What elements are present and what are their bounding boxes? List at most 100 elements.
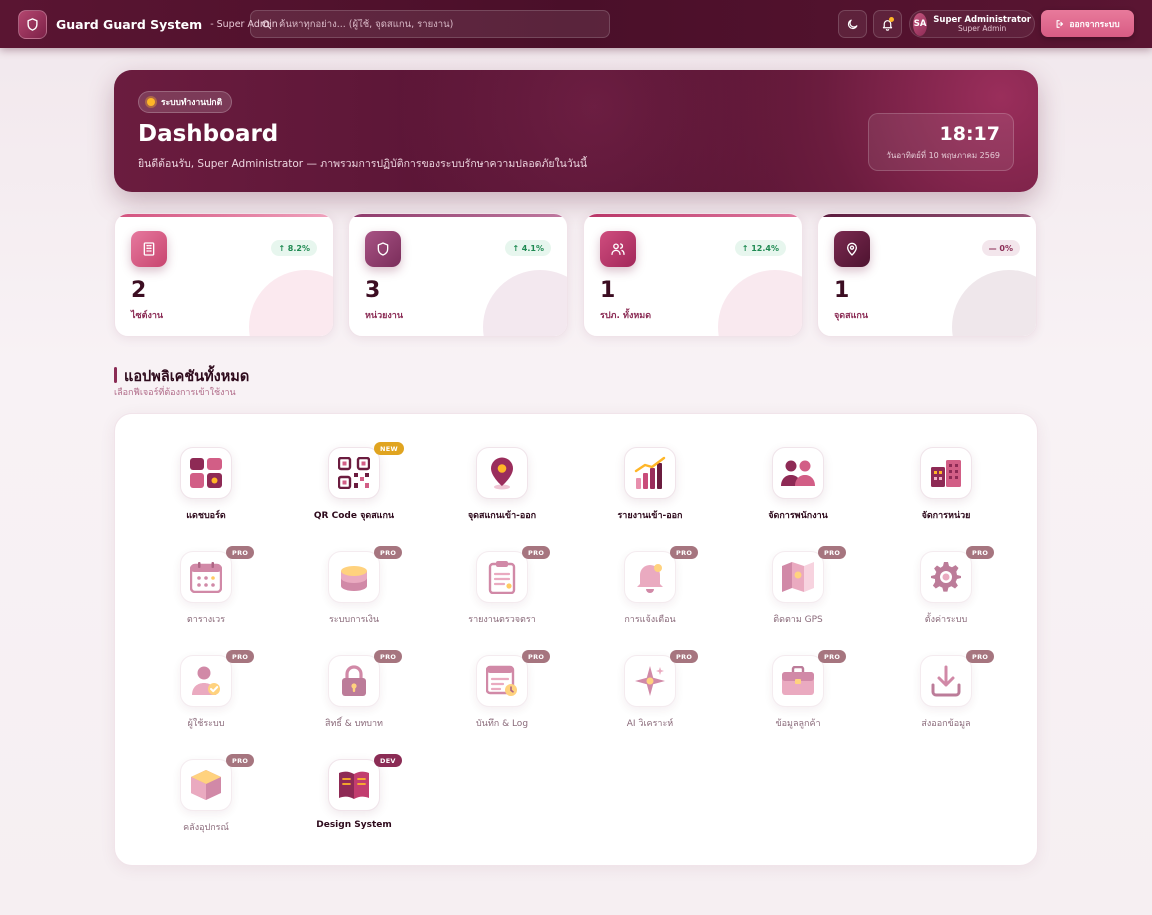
page-title: Dashboard xyxy=(138,121,279,147)
app-export-data[interactable]: PRO ส่งออกข้อมูล xyxy=(872,650,1020,747)
app-tile[interactable] xyxy=(772,551,824,603)
gear-icon xyxy=(931,562,961,592)
app-tile[interactable] xyxy=(180,551,232,603)
app-label: AI วิเคราะห์ xyxy=(626,719,674,729)
user-menu[interactable]: SA Super Administrator Super Admin xyxy=(909,10,1035,38)
stat-card-guards[interactable]: ↑ 12.4% 1 รปภ. ทั้งหมด xyxy=(583,213,803,337)
app-roles-permissions[interactable]: PRO สิทธิ์ & บทบาท xyxy=(280,650,428,747)
app-tile[interactable] xyxy=(624,551,676,603)
card-decoration xyxy=(249,270,333,336)
app-equipment-inventory[interactable]: PRO คลังอุปกรณ์ xyxy=(132,754,280,851)
location-pin-icon xyxy=(491,457,513,490)
stat-icon-wrapper xyxy=(600,231,636,267)
dashboard-icon xyxy=(190,458,222,488)
app-qr-code[interactable]: NEW QR Code จุดสแกน xyxy=(280,442,428,539)
notifications-button[interactable] xyxy=(873,10,902,38)
app-tile[interactable] xyxy=(624,447,676,499)
app-tile[interactable] xyxy=(180,447,232,499)
app-patrol-report[interactable]: PRO รายงานตรวจตรา xyxy=(428,546,576,643)
app-tile[interactable] xyxy=(328,551,380,603)
app-tile[interactable] xyxy=(328,655,380,707)
card-decoration xyxy=(952,270,1036,336)
stat-value: 1 xyxy=(600,278,616,303)
card-decoration xyxy=(718,270,802,336)
box-icon xyxy=(191,770,221,800)
section-subtitle: เลือกฟีเจอร์ที่ต้องการเข้าใช้งาน xyxy=(114,388,236,398)
app-tile[interactable] xyxy=(476,655,528,707)
search-icon xyxy=(262,19,272,29)
avatar: SA xyxy=(913,12,928,36)
app-shift-schedule[interactable]: PRO ตารางเวร xyxy=(132,546,280,643)
card-decoration xyxy=(483,270,567,336)
app-system-settings[interactable]: PRO ตั้งค่าระบบ xyxy=(872,546,1020,643)
card-accent xyxy=(115,214,333,217)
app-label: ตารางเวร xyxy=(186,615,226,625)
app-tile[interactable] xyxy=(180,655,232,707)
app-design-system[interactable]: DEV Design System xyxy=(280,754,428,851)
brand-logo[interactable] xyxy=(18,9,47,39)
map-pin-icon xyxy=(847,242,857,256)
app-tile[interactable] xyxy=(624,655,676,707)
clipboard-icon xyxy=(488,561,516,594)
app-label: สิทธิ์ & บทบาท xyxy=(324,719,383,729)
lock-icon xyxy=(342,665,366,696)
stat-value: 3 xyxy=(365,278,381,303)
shield-icon xyxy=(377,242,389,256)
status-dot xyxy=(147,98,155,106)
stat-trend: — 0% xyxy=(981,240,1020,256)
stat-card-sites[interactable]: ↑ 8.2% 2 ไซต์งาน xyxy=(114,213,334,337)
user-info: Super Administrator Super Admin xyxy=(933,15,1031,33)
clock-widget: 18:17 วันอาทิตย์ที่ 10 พฤษภาคม 2569 xyxy=(868,113,1014,171)
app-tile[interactable] xyxy=(920,655,972,707)
moon-icon xyxy=(847,19,858,29)
app-system-users[interactable]: PRO ผู้ใช้ระบบ xyxy=(132,650,280,747)
app-manage-units[interactable]: จัดการหน่วย xyxy=(872,447,1020,539)
building-icon xyxy=(143,242,155,256)
app-label: แดชบอร์ด xyxy=(186,511,226,521)
app-tile[interactable] xyxy=(476,447,528,499)
app-customer-data[interactable]: PRO ข้อมูลลูกค้า xyxy=(724,650,872,747)
app-logs[interactable]: PRO บันทึก & Log xyxy=(428,650,576,747)
app-label: รายงานเข้า-ออก xyxy=(617,511,683,521)
pro-badge: PRO xyxy=(818,650,847,663)
app-label: บันทึก & Log xyxy=(475,719,529,729)
stat-icon-wrapper xyxy=(365,231,401,267)
app-dashboard[interactable]: แดชบอร์ด xyxy=(132,447,280,539)
app-tile[interactable] xyxy=(328,759,380,811)
app-manage-staff[interactable]: จัดการพนักงาน xyxy=(724,447,872,539)
briefcase-icon xyxy=(782,666,814,695)
app-gps-tracking[interactable]: PRO ติดตาม GPS xyxy=(724,546,872,643)
app-scan-points[interactable]: จุดสแกนเข้า-ออก xyxy=(428,447,576,539)
stat-trend: ↑ 8.2% xyxy=(271,240,317,256)
app-tile[interactable] xyxy=(920,447,972,499)
app-label: จุดสแกนเข้า-ออก xyxy=(467,511,537,521)
stat-card-units[interactable]: ↑ 4.1% 3 หน่วยงาน xyxy=(348,213,568,337)
card-accent xyxy=(584,214,802,217)
app-tile[interactable] xyxy=(476,551,528,603)
sparkle-icon xyxy=(635,666,665,696)
bell-icon xyxy=(637,564,663,593)
stat-icon-wrapper xyxy=(131,231,167,267)
apps-panel: แดชบอร์ด NEW QR Code จุดสแกน จุดสแกนเข้า… xyxy=(114,413,1038,866)
stat-icon-wrapper xyxy=(834,231,870,267)
pro-badge: PRO xyxy=(966,650,995,663)
app-attendance-report[interactable]: รายงานเข้า-ออก xyxy=(576,447,724,539)
app-notifications[interactable]: PRO การแจ้งเตือน xyxy=(576,546,724,643)
download-icon xyxy=(931,665,961,697)
app-label: รายงานตรวจตรา xyxy=(468,615,536,625)
app-tile[interactable] xyxy=(772,447,824,499)
stat-card-scan-points[interactable]: — 0% 1 จุดสแกน xyxy=(817,213,1037,337)
app-tile[interactable] xyxy=(772,655,824,707)
app-label: จัดการพนักงาน xyxy=(768,511,828,521)
app-tile[interactable] xyxy=(920,551,972,603)
app-label: ระบบการเงิน xyxy=(328,615,380,625)
app-finance[interactable]: PRO ระบบการเงิน xyxy=(280,546,428,643)
app-label: ติดตาม GPS xyxy=(773,615,823,625)
logout-button[interactable]: ออกจากระบบ xyxy=(1041,10,1134,37)
search-input[interactable] xyxy=(279,18,599,30)
app-tile[interactable] xyxy=(328,447,380,499)
theme-toggle-button[interactable] xyxy=(838,10,867,38)
global-search[interactable] xyxy=(250,10,610,38)
app-ai-analysis[interactable]: PRO AI วิเคราะห์ xyxy=(576,650,724,747)
app-tile[interactable] xyxy=(180,759,232,811)
